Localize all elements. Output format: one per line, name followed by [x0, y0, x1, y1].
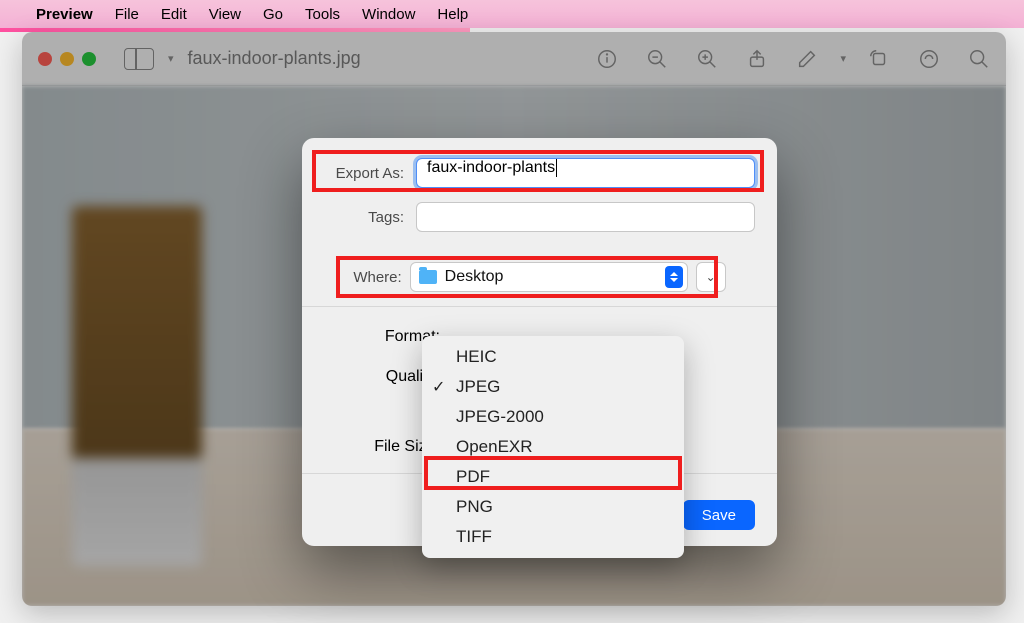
menubar-go[interactable]: Go [263, 6, 283, 23]
format-dropdown: HEIC ✓JPEG JPEG-2000 OpenEXR PDF PNG TIF… [422, 336, 684, 558]
check-icon: ✓ [432, 377, 445, 397]
sidebar-toggle-icon[interactable] [124, 48, 154, 70]
where-value: Desktop [445, 268, 657, 286]
titlebar: ▾ faux-indoor-plants.jpg ▾ [22, 32, 1006, 86]
format-option-jpeg[interactable]: ✓JPEG [422, 372, 684, 402]
format-option-pdf[interactable]: PDF [422, 462, 684, 492]
format-option-heic[interactable]: HEIC [422, 342, 684, 372]
folder-icon [419, 270, 437, 284]
format-option-openexr[interactable]: OpenEXR [422, 432, 684, 462]
menubar-file[interactable]: File [115, 6, 139, 23]
menubar-edit[interactable]: Edit [161, 6, 187, 23]
menubar-window[interactable]: Window [362, 6, 415, 23]
highlight-icon[interactable] [918, 48, 940, 70]
window-title: faux-indoor-plants.jpg [188, 48, 361, 69]
zoom-out-icon[interactable] [646, 48, 668, 70]
where-select[interactable]: Desktop [410, 262, 688, 292]
where-stepper-icon [665, 266, 683, 288]
close-window-button[interactable] [38, 52, 52, 66]
menubar-view[interactable]: View [209, 6, 241, 23]
tags-input[interactable] [416, 202, 755, 232]
export-as-label: Export As: [324, 165, 416, 182]
zoom-in-icon[interactable] [696, 48, 718, 70]
minimize-window-button[interactable] [60, 52, 74, 66]
rotate-icon[interactable] [868, 48, 890, 70]
where-expand-button[interactable]: ⌄ [696, 262, 726, 292]
format-option-png[interactable]: PNG [422, 492, 684, 522]
markup-icon[interactable] [796, 48, 818, 70]
menubar-app[interactable]: Preview [36, 6, 93, 23]
search-icon[interactable] [968, 48, 990, 70]
share-icon[interactable] [746, 48, 768, 70]
chevron-down-icon[interactable]: ▾ [168, 52, 174, 65]
markup-chevron-icon[interactable]: ▾ [840, 52, 846, 65]
info-icon[interactable] [596, 48, 618, 70]
save-button[interactable]: Save [683, 500, 755, 530]
menubar-help[interactable]: Help [437, 6, 468, 23]
menubar: Preview File Edit View Go Tools Window H… [0, 0, 1024, 28]
tags-label: Tags: [324, 209, 416, 226]
format-option-tiff[interactable]: TIFF [422, 522, 684, 552]
export-sheet: Export As: faux-indoor-plants Tags: Wher… [302, 138, 777, 546]
traffic-lights [38, 52, 96, 66]
where-label: Where: [353, 269, 401, 286]
menubar-tools[interactable]: Tools [305, 6, 340, 23]
export-as-input[interactable]: faux-indoor-plants [416, 158, 755, 188]
format-option-jpeg2000[interactable]: JPEG-2000 [422, 402, 684, 432]
export-as-value: faux-indoor-plants [427, 159, 555, 176]
fullscreen-window-button[interactable] [82, 52, 96, 66]
